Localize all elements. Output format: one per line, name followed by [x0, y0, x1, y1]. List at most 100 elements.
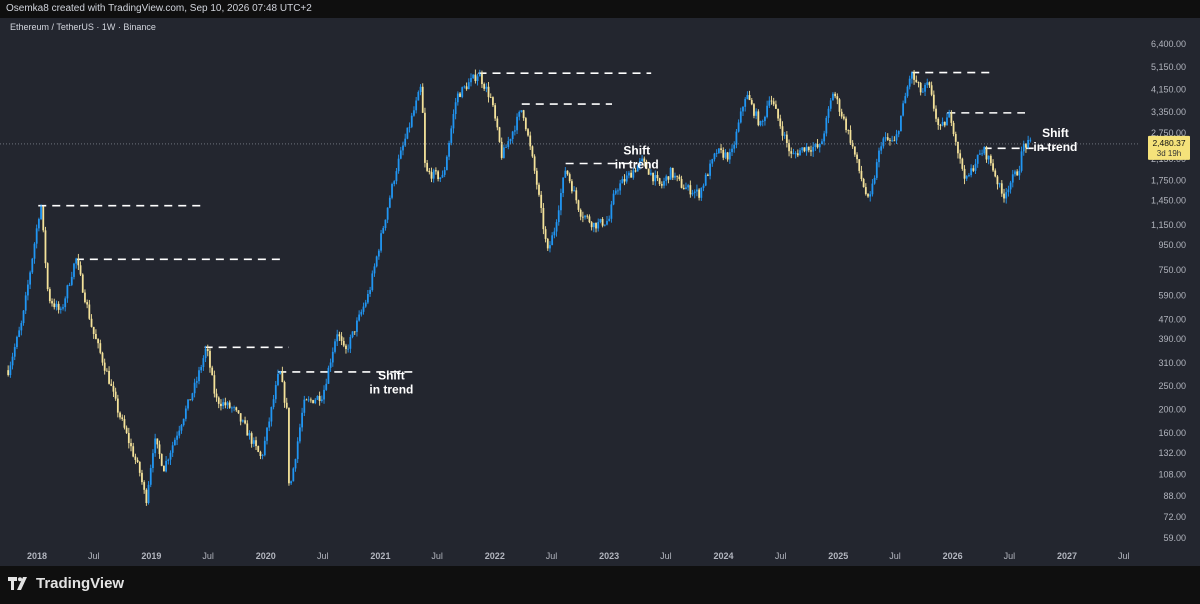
candle-body [138, 461, 141, 473]
candle-body [55, 303, 58, 308]
candle-body [1025, 143, 1027, 148]
candle-body [935, 108, 937, 119]
candle-155 [345, 343, 347, 354]
candle-body [617, 190, 619, 192]
candle-body [437, 171, 439, 180]
candle-416 [917, 81, 920, 88]
candle-body [713, 153, 716, 160]
candle-body [965, 176, 968, 179]
footer: TradingView [0, 566, 1200, 604]
candle-body [200, 367, 203, 371]
candle-241 [533, 154, 536, 174]
candle-body [586, 215, 589, 217]
candle-332 [733, 141, 736, 153]
candle-184 [408, 122, 411, 133]
candle-body [154, 438, 157, 454]
candle-body [794, 153, 797, 155]
candle-body [270, 407, 273, 422]
candle-body [691, 193, 694, 195]
candle-163 [362, 302, 365, 315]
candle-body [244, 420, 246, 424]
y-tick-label-3: 4,150.00 [1151, 85, 1186, 95]
candle-body [748, 95, 751, 101]
candle-body [768, 100, 771, 106]
candle-137 [305, 398, 308, 401]
candle-body [18, 330, 21, 337]
candle-body [527, 129, 529, 136]
candle-body [764, 116, 766, 122]
candle-body [130, 443, 132, 447]
candle-65 [147, 481, 150, 505]
candle-170 [377, 248, 380, 260]
candle-body [110, 383, 113, 386]
x-tick-label-15: 2025 [828, 551, 848, 561]
candle-body [261, 455, 264, 456]
candle-body [476, 76, 479, 81]
candle-body [395, 171, 398, 182]
candle-body [709, 163, 711, 176]
candle-313 [691, 189, 694, 197]
candle-298 [658, 177, 661, 186]
candle-231 [511, 130, 514, 144]
candle-body [347, 348, 350, 350]
chart-area[interactable]: Ethereum / TetherUS · 1W · Binance Shift… [0, 18, 1200, 566]
x-tick-label-4: Jul [202, 551, 214, 561]
price-chart[interactable]: Ethereum / TetherUS · 1W · Binance Shift… [0, 18, 1200, 566]
candle-body [415, 100, 418, 111]
candle-body [987, 155, 990, 160]
candle-84 [189, 399, 192, 401]
candle-body [498, 127, 501, 142]
candle-225 [498, 126, 501, 143]
candle-102 [228, 400, 231, 409]
candle-body [485, 86, 488, 89]
candle-326 [720, 144, 722, 154]
candle-425 [937, 117, 940, 130]
candle-body [577, 200, 580, 210]
annotation-1-line-2: in trend [369, 383, 413, 397]
x-tick-label-12: Jul [660, 551, 672, 561]
candle-32 [75, 257, 78, 269]
candle-body [654, 175, 657, 182]
candle-261 [577, 199, 580, 213]
candle-body [112, 385, 115, 392]
candle-314 [693, 189, 696, 199]
candle-body [202, 358, 205, 368]
candle-body [173, 439, 176, 446]
candle-368 [812, 142, 815, 157]
candle-68 [154, 433, 157, 457]
candle-223 [494, 102, 497, 121]
candle-body [231, 407, 233, 409]
candle-body [770, 100, 773, 102]
candle-157 [349, 334, 352, 354]
y-tick-label-13: 470.00 [1158, 314, 1186, 324]
candle-body [11, 356, 14, 366]
candle-239 [529, 131, 532, 150]
candle-body [48, 289, 51, 302]
candle-20 [48, 287, 51, 304]
candle-373 [823, 130, 826, 146]
candle-body [178, 430, 181, 436]
candle-351 [774, 100, 777, 109]
candle-61 [138, 461, 141, 477]
candle-122 [272, 394, 275, 410]
candle-191 [424, 107, 426, 168]
candle-body [801, 147, 804, 151]
candle-body [408, 126, 411, 128]
x-tick-label-1: 2018 [27, 551, 47, 561]
candle-174 [386, 207, 389, 224]
candle-227 [502, 144, 505, 159]
candle-296 [654, 170, 657, 186]
candle-body [226, 402, 229, 406]
y-tick-label-1: 6,400.00 [1151, 39, 1186, 49]
candle-278 [614, 188, 617, 196]
candle-body [750, 100, 753, 105]
candle-body [492, 97, 494, 106]
candle-body [64, 298, 67, 308]
tradingview-logo[interactable]: TradingView [8, 575, 124, 592]
candle-35 [81, 273, 84, 293]
candle-body [283, 382, 286, 403]
candle-339 [748, 90, 751, 101]
candle-body [367, 293, 369, 303]
candle-body [309, 399, 312, 401]
candle-59 [134, 453, 137, 465]
